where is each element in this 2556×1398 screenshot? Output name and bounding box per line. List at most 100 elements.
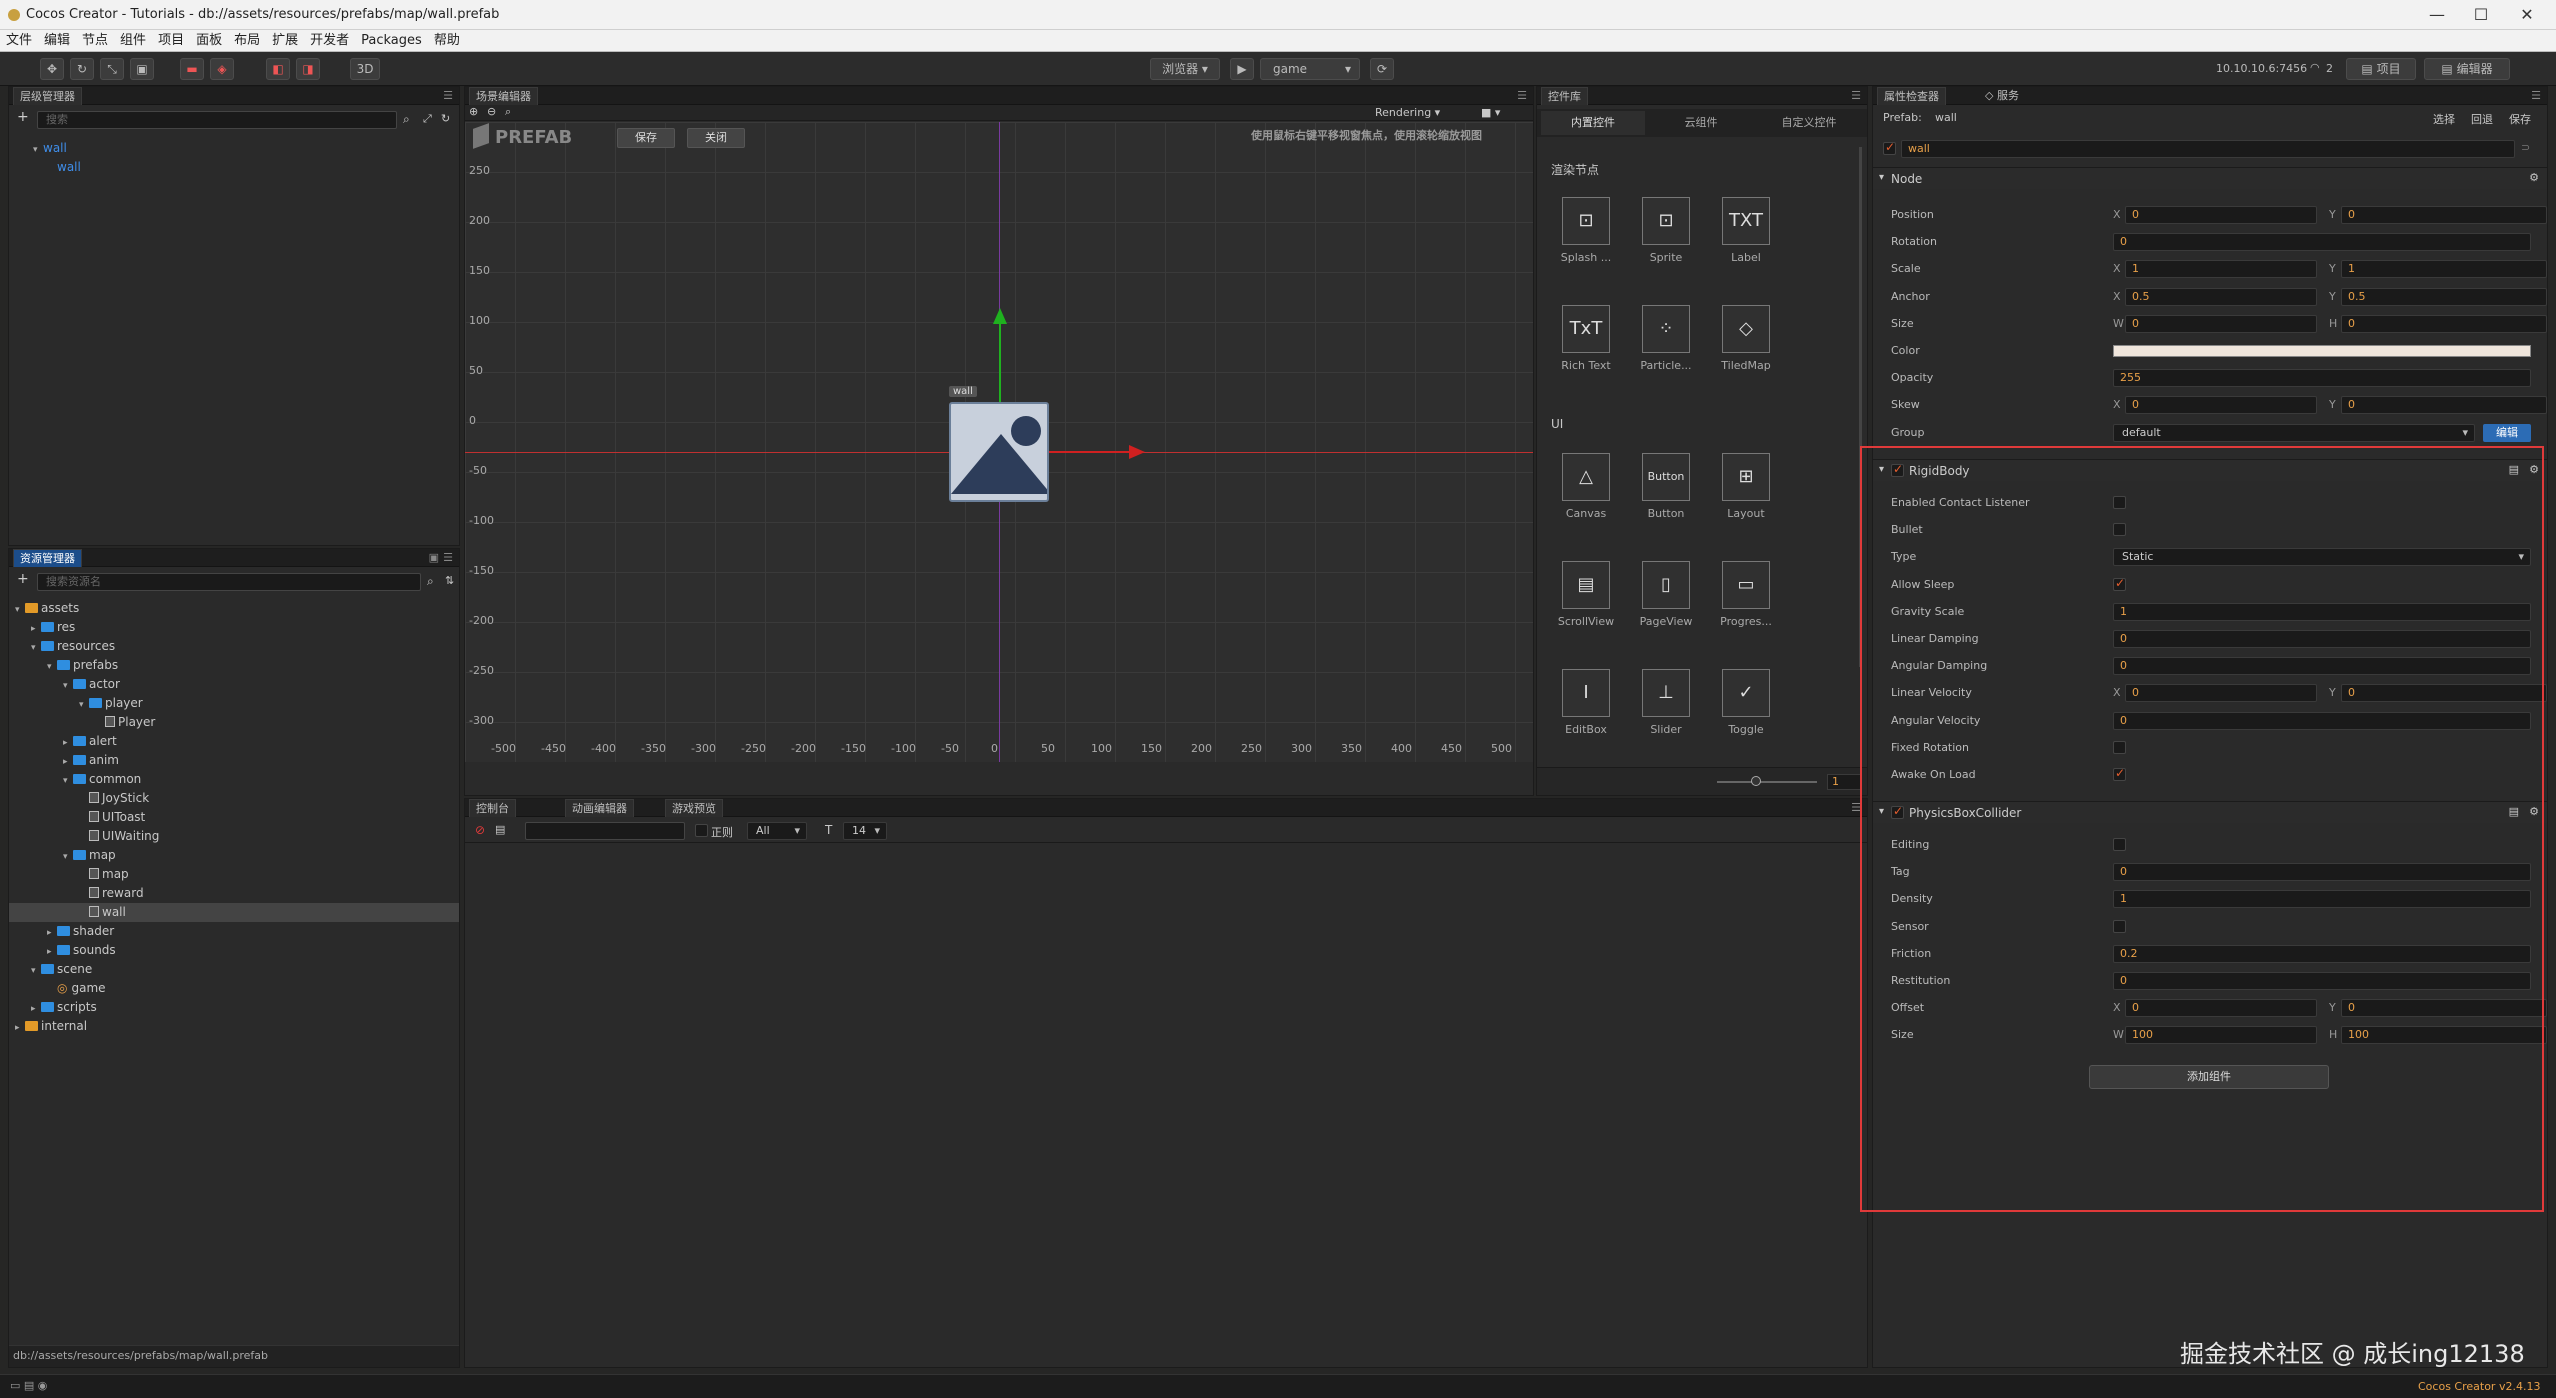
widget-progres[interactable]: ▭ Progres...: [1711, 561, 1781, 628]
open-project-button[interactable]: ▤ 项目: [2346, 58, 2416, 80]
sort-icon[interactable]: ⇅: [445, 574, 454, 587]
close-window-button[interactable]: ✕: [2504, 0, 2550, 30]
collapse-arrow-icon[interactable]: ▾: [1879, 172, 1884, 183]
menu-file[interactable]: 文件: [0, 30, 38, 52]
menu-packages[interactable]: Packages: [355, 30, 428, 52]
prop-checkbox[interactable]: [2113, 523, 2126, 537]
menu-panel[interactable]: 面板: [190, 30, 228, 52]
asset-item-uitoast[interactable]: UIToast: [9, 808, 459, 827]
maximize-button[interactable]: ☐: [2458, 0, 2504, 30]
prop-input[interactable]: 0: [2113, 863, 2531, 882]
prop-input-w[interactable]: 100: [2125, 1026, 2317, 1045]
prop-input-y[interactable]: 0: [2341, 999, 2547, 1018]
scale-tool-icon[interactable]: ⤡: [100, 58, 124, 80]
asset-item-scripts[interactable]: ▸ scripts: [9, 998, 459, 1017]
asset-item-common[interactable]: ▾ common: [9, 770, 459, 789]
menu-edit[interactable]: 编辑: [38, 30, 76, 52]
prop-input-y[interactable]: 0: [2341, 206, 2547, 224]
gizmo-y-arrowhead[interactable]: [993, 308, 1007, 324]
widget-editbox[interactable]: I EditBox: [1551, 669, 1621, 736]
zoom-input[interactable]: 1: [1827, 774, 1861, 790]
panel-menu-icon[interactable]: ☰: [1851, 801, 1861, 814]
tab-animation-editor[interactable]: 动画编辑器: [565, 799, 634, 817]
preview-platform-select[interactable]: 浏览器 ▾: [1150, 58, 1220, 80]
asset-item-prefabs[interactable]: ▾ prefabs: [9, 656, 459, 675]
global-toggle-icon[interactable]: ◨: [296, 58, 320, 80]
asset-item-scene[interactable]: ▾ scene: [9, 960, 459, 979]
prop-checkbox[interactable]: [2113, 919, 2126, 933]
regex-checkbox[interactable]: [695, 824, 708, 837]
tab-hierarchy[interactable]: 层级管理器: [13, 87, 82, 105]
camera-select-icon[interactable]: ■ ▾: [1481, 106, 1500, 119]
prop-checkbox[interactable]: [2113, 496, 2126, 509]
prefab-select-button[interactable]: 选择: [2433, 111, 2455, 127]
zoom-slider-handle[interactable]: [1751, 776, 1761, 786]
panel-menu-icon[interactable]: ☰: [1851, 89, 1861, 102]
prefab-revert-button[interactable]: 回退: [2471, 111, 2493, 127]
minimize-button[interactable]: —: [2414, 0, 2460, 30]
asset-item-map[interactable]: ▾ map: [9, 846, 459, 865]
asset-item-internal[interactable]: ▸ internal: [9, 1017, 459, 1036]
widget-richtext[interactable]: TxT Rich Text: [1551, 305, 1621, 372]
prop-input[interactable]: 255: [2113, 369, 2531, 388]
asset-item-actor[interactable]: ▾ actor: [9, 675, 459, 694]
prop-input[interactable]: 0: [2113, 657, 2531, 676]
play-button[interactable]: ▶: [1230, 58, 1254, 80]
panel-menu-icon[interactable]: ☰: [2531, 89, 2541, 102]
menu-component[interactable]: 组件: [114, 30, 152, 52]
zoom-fit-icon[interactable]: ⌕: [505, 105, 511, 119]
center-toggle-icon[interactable]: ◈: [210, 58, 234, 80]
tab-builtin-widgets[interactable]: 内置控件: [1541, 111, 1645, 135]
asset-item-map[interactable]: map: [9, 865, 459, 884]
open-log-icon[interactable]: ▤: [495, 823, 505, 836]
scene-select[interactable]: game ▾: [1260, 58, 1360, 80]
lock-icon[interactable]: ▣: [429, 551, 439, 564]
tab-custom-widgets[interactable]: 自定义控件: [1757, 111, 1861, 135]
hierarchy-node-root[interactable]: ▾ wall: [9, 139, 459, 158]
menu-layout[interactable]: 布局: [228, 30, 266, 52]
log-level-select[interactable]: All: [747, 822, 807, 840]
widget-scrollbar[interactable]: [1859, 147, 1862, 667]
asset-item-player[interactable]: ▾ player: [9, 694, 459, 713]
node-active-checkbox[interactable]: [1883, 140, 1896, 155]
tab-widget-library[interactable]: 控件库: [1541, 87, 1588, 105]
prefab-save-button[interactable]: 保存: [2509, 111, 2531, 127]
widget-particle[interactable]: ⁘ Particle...: [1631, 305, 1701, 372]
asset-item-anim[interactable]: ▸ anim: [9, 751, 459, 770]
pivot-toggle-icon[interactable]: ▬: [180, 58, 204, 80]
widget-button[interactable]: Button Button: [1631, 453, 1701, 520]
local-toggle-icon[interactable]: ◧: [266, 58, 290, 80]
asset-item-sounds[interactable]: ▸ sounds: [9, 941, 459, 960]
collider-section-header[interactable]: ▾ PhysicsBoxCollider ▤ ⚙: [1873, 801, 2547, 823]
zoom-in-icon[interactable]: ⊕: [469, 105, 478, 118]
collapse-arrow-icon[interactable]: ▾: [1879, 806, 1884, 817]
prop-input-y[interactable]: 0.5: [2341, 287, 2547, 306]
asset-item-reward[interactable]: reward: [9, 884, 459, 903]
asset-item-player[interactable]: Player: [9, 713, 459, 732]
tab-game-preview[interactable]: 游戏预览: [665, 799, 723, 817]
asset-item-res[interactable]: ▸ res: [9, 618, 459, 637]
widget-tiledmap[interactable]: ◇ TiledMap: [1711, 305, 1781, 372]
menu-project[interactable]: 项目: [152, 30, 190, 52]
asset-item-assets[interactable]: ▾ assets: [9, 599, 459, 618]
rect-tool-icon[interactable]: ▣: [130, 58, 154, 80]
wall-sprite-node[interactable]: [949, 402, 1049, 502]
prop-input[interactable]: 1: [2113, 602, 2531, 621]
color-swatch[interactable]: [2113, 345, 2531, 357]
widget-sprite[interactable]: ⊡ Sprite: [1631, 197, 1701, 264]
prop-checkbox[interactable]: [2113, 838, 2126, 851]
assets-search-input[interactable]: 搜索资源名: [37, 573, 421, 591]
locate-icon[interactable]: ⤢: [423, 112, 432, 126]
tab-assets[interactable]: 资源管理器: [13, 549, 82, 567]
asset-item-resources[interactable]: ▾ resources: [9, 637, 459, 656]
tab-console[interactable]: 控制台: [469, 799, 516, 817]
rigidbody-enabled-checkbox[interactable]: [1891, 462, 1904, 477]
gizmo-x-arrowhead[interactable]: [1129, 445, 1145, 459]
rendering-select[interactable]: Rendering ▾: [1375, 106, 1440, 119]
clear-console-icon[interactable]: ⊘: [475, 823, 485, 837]
node-section-header[interactable]: ▾ Node ⚙: [1873, 167, 2547, 189]
prop-checkbox[interactable]: [2113, 740, 2126, 754]
add-component-button[interactable]: 添加组件: [2089, 1065, 2329, 1089]
prop-input-y[interactable]: 0: [2341, 396, 2547, 415]
menu-extension[interactable]: 扩展: [266, 30, 304, 52]
